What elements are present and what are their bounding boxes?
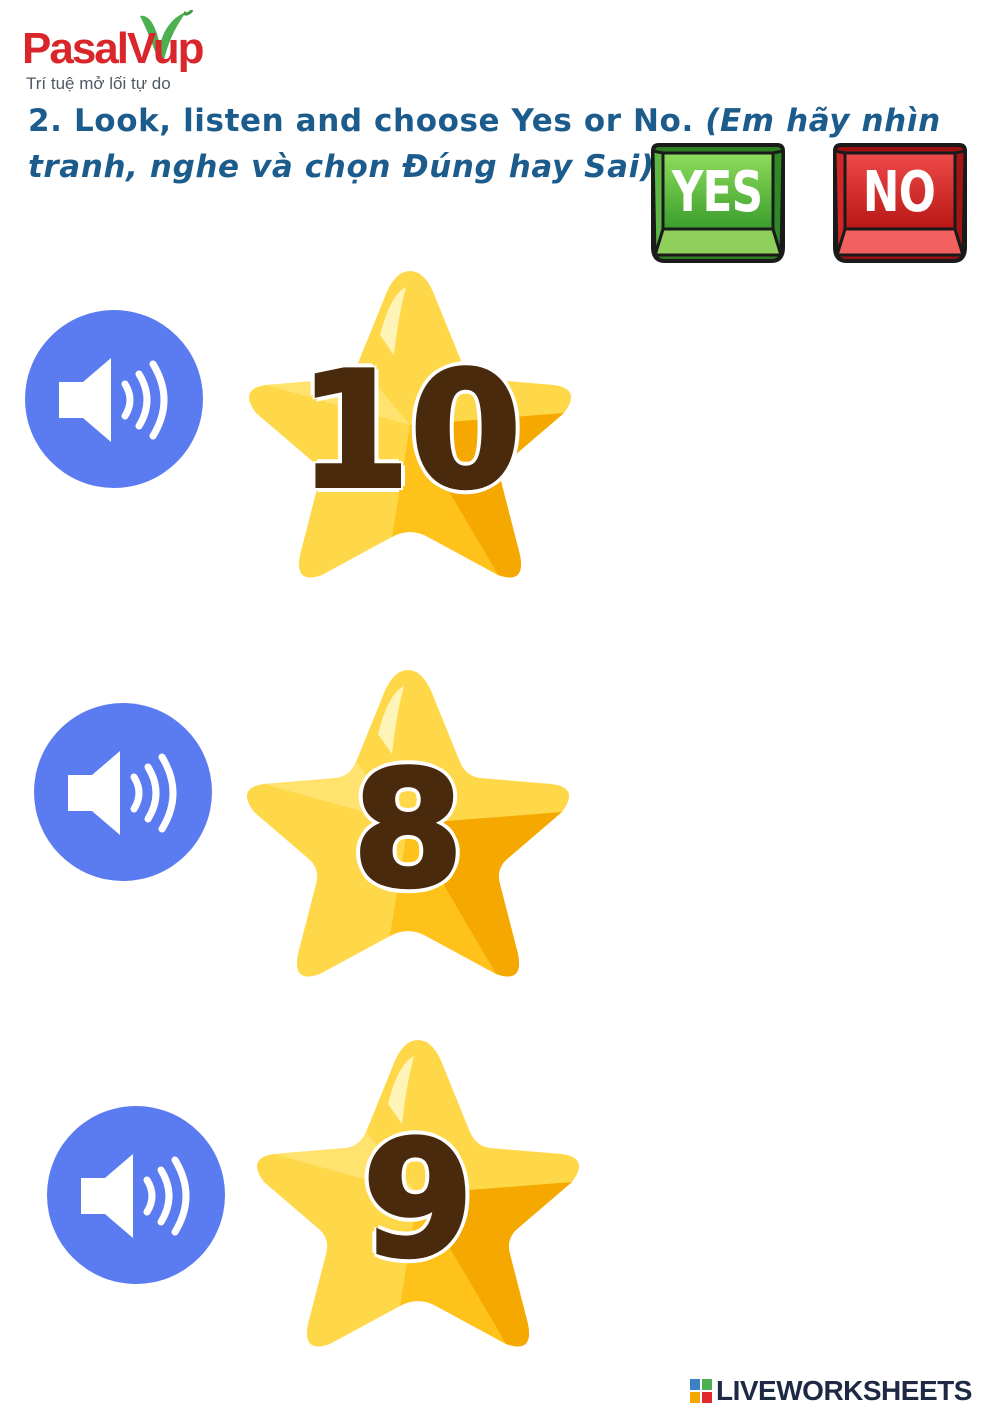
star-number-2: 8 [350,734,465,925]
footer-brand: LIVEWORKSHEETS [716,1375,972,1406]
yes-label: YES [671,159,763,225]
logo-tagline: Trí tuệ mở lối tự do [26,74,171,93]
pasalvup-logo: PasalVup Trí tuệ mở lối tự do [22,10,252,100]
instruction-english: 2. Look, listen and choose Yes or No. [28,103,694,139]
star-card-1: 10 [230,265,590,595]
star-card-3: 9 [238,1034,598,1364]
speaker-button-3[interactable] [47,1106,225,1284]
star-number-1: 10 [297,335,524,526]
liveworksheets-footer: LIVEWORKSHEETS [690,1374,972,1408]
yes-button[interactable]: YES [647,143,789,264]
no-button[interactable]: NO [829,143,971,264]
speaker-button-2[interactable] [34,703,212,881]
star-number-3: 9 [360,1104,475,1295]
no-label: NO [862,159,936,225]
speaker-icon [68,751,177,835]
speaker-icon [59,358,168,442]
instruction-text: 2. Look, listen and choose Yes or No. (E… [28,98,958,190]
star-card-2: 8 [228,664,588,994]
speaker-icon [81,1154,190,1238]
logo-wordmark: PasalVup [22,24,204,73]
speaker-button-1[interactable] [25,310,203,488]
liveworksheets-logo-icon [690,1379,712,1403]
